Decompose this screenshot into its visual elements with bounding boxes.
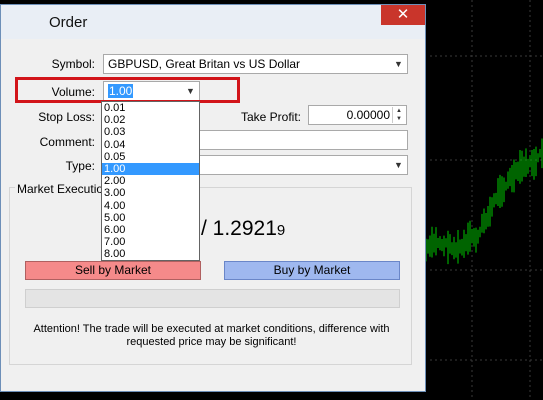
take-profit-input[interactable]: 0.00000 ▲ ▼ (308, 105, 407, 125)
comment-label: Comment: (39, 135, 95, 149)
candlestick-series (425, 138, 543, 265)
dialog-titlebar[interactable]: Order ✕ (1, 5, 425, 39)
volume-option[interactable]: 7.00 (102, 236, 199, 248)
sell-by-market-button[interactable]: Sell by Market (25, 261, 201, 280)
volume-option[interactable]: 1.00 (102, 162, 199, 176)
spinner-arrows-icon[interactable]: ▲ ▼ (392, 107, 405, 123)
attention-line-1: Attention! The trade will be executed at… (33, 323, 390, 335)
volume-option[interactable]: 0.04 (102, 139, 199, 151)
volume-option[interactable]: 0.01 (102, 102, 199, 114)
type-label: Type: (65, 159, 95, 173)
volume-option[interactable]: 4.00 (102, 200, 199, 212)
volume-option[interactable]: 0.03 (102, 126, 199, 138)
order-dialog: Order ✕ Symbol: GBPUSD, Great Britan vs … (0, 4, 426, 392)
symbol-label: Symbol: (51, 57, 95, 71)
buy-by-market-button[interactable]: Buy by Market (224, 261, 400, 280)
volume-option[interactable]: 0.05 (102, 151, 199, 163)
symbol-value: GBPUSD, Great Britan vs US Dollar (108, 57, 301, 71)
volume-dropdown-list[interactable]: 0.01 0.02 0.03 0.04 0.05 1.00 2.00 3.00 4.00 5.00… (101, 101, 200, 261)
price-small-digit: 9 (276, 222, 286, 239)
market-execution-title: Market Execution (15, 182, 112, 196)
execution-progress-bar (25, 289, 400, 308)
chevron-down-icon[interactable]: ▼ (391, 56, 406, 72)
price-display: / 1.29219 (201, 217, 285, 241)
take-profit-value: 0.00000 (346, 108, 390, 122)
volume-option[interactable]: 2.00 (102, 175, 199, 187)
volume-option[interactable]: 8.00 (102, 248, 199, 260)
volume-highlight-box (15, 77, 240, 103)
attention-message: Attention! The trade will be executed at… (25, 323, 398, 349)
volume-option[interactable]: 6.00 (102, 224, 199, 236)
dialog-title: Order (49, 14, 88, 31)
volume-option[interactable]: 0.02 (102, 114, 199, 126)
stop-loss-label: Stop Loss: (38, 110, 95, 124)
price-main: / 1.2921 (201, 217, 277, 240)
volume-option[interactable]: 3.00 (102, 187, 199, 199)
symbol-select[interactable]: GBPUSD, Great Britan vs US Dollar ▼ (103, 54, 408, 74)
close-button[interactable]: ✕ (381, 5, 425, 25)
volume-option[interactable]: 5.00 (102, 212, 199, 224)
chevron-down-icon[interactable]: ▼ (391, 157, 406, 173)
attention-line-2: requested price may be significant! (126, 336, 297, 348)
take-profit-label: Take Profit: (240, 110, 301, 124)
